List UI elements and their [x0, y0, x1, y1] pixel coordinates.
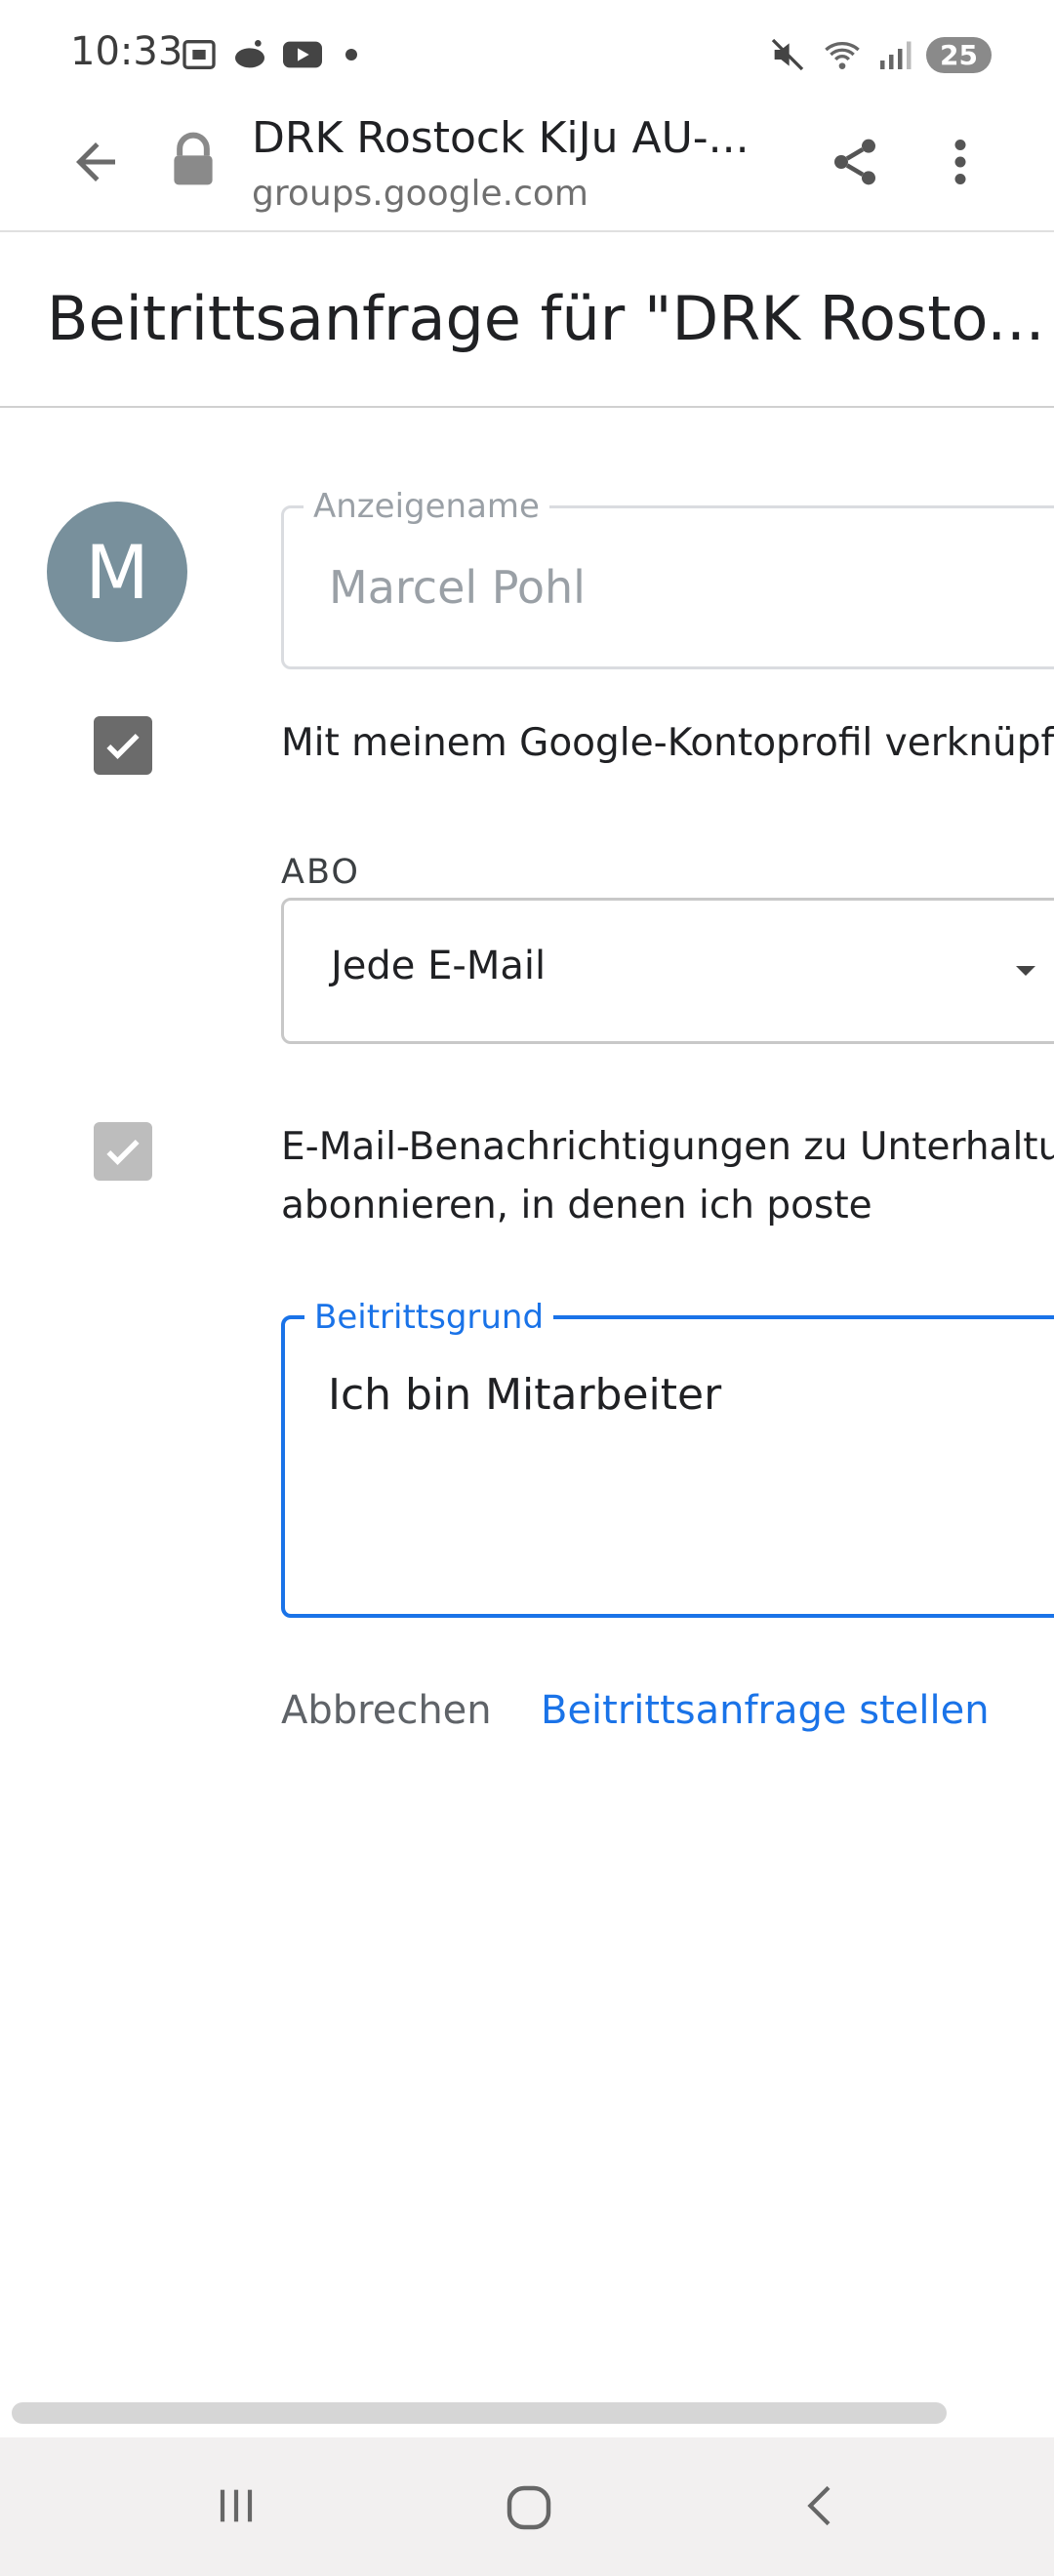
share-icon [834, 139, 875, 185]
site-security-button[interactable] [166, 131, 221, 189]
subscription-select[interactable]: Jede E-Mail [281, 898, 1054, 1044]
link-profile-checkbox[interactable] [94, 716, 152, 775]
avatar: M [47, 502, 187, 642]
mute-icon [771, 38, 804, 71]
email-notifications-line2: abonnieren, in denen ich poste [281, 1184, 872, 1228]
link-profile-label: Mit meinem Google-Kontoprofil verknüpfe [281, 721, 1054, 765]
notification-icons [180, 35, 357, 74]
email-notifications-line1: E-Mail-Benachrichtigungen zu Unterhaltun [281, 1125, 1054, 1169]
arrow-left-icon [76, 142, 115, 181]
home-button[interactable] [500, 2478, 558, 2537]
toolbar-divider [0, 230, 1054, 232]
browser-page-title[interactable]: DRK Rostock KiJu AU-... [252, 113, 750, 163]
display-name-label: Anzeigename [304, 487, 549, 526]
reason-value: Ich bin Mitarbeiter [328, 1370, 722, 1420]
youtube-icon [283, 41, 322, 68]
nav-back-button[interactable] [794, 2478, 849, 2533]
browser-url[interactable]: groups.google.com [252, 174, 588, 214]
chevron-left-icon [807, 2485, 831, 2526]
check-icon [106, 1139, 140, 1165]
signal-icon [880, 41, 912, 69]
page-title: Beitrittsanfrage für "DRK Rosto... [47, 283, 1045, 354]
wifi-icon [825, 42, 860, 69]
battery-indicator: 25 [926, 36, 992, 73]
home-icon [507, 2485, 551, 2530]
back-button[interactable] [66, 133, 125, 191]
display-name-field[interactable]: Anzeigename Marcel Pohl [281, 487, 1054, 669]
dropdown-arrow-icon [1016, 966, 1035, 976]
screenshot-icon [182, 40, 216, 69]
lock-icon [174, 132, 213, 185]
subscription-value: Jede E-Mail [331, 944, 547, 988]
dot-icon [345, 49, 357, 60]
check-icon [106, 733, 140, 759]
recents-icon [220, 2489, 253, 2522]
subscription-label: ABO [281, 853, 360, 892]
cancel-button[interactable]: Abbrechen [281, 1688, 492, 1733]
heading-divider [0, 406, 1054, 408]
recents-button[interactable] [209, 2478, 264, 2533]
reason-label: Beitrittsgrund [304, 1298, 554, 1337]
more-vert-icon [954, 140, 966, 184]
display-name-value: Marcel Pohl [329, 561, 586, 614]
email-notifications-checkbox[interactable] [94, 1122, 152, 1181]
system-icons: 25 [768, 35, 992, 74]
share-button[interactable] [828, 133, 882, 191]
horizontal-scrollbar[interactable] [12, 2402, 947, 2424]
menu-button[interactable] [943, 133, 978, 191]
system-nav-bar [0, 2437, 1054, 2576]
submit-request-button[interactable]: Beitrittsanfrage stellen [541, 1688, 990, 1733]
reddit-icon [235, 40, 264, 68]
status-time: 10:33 [70, 29, 183, 74]
reason-textarea[interactable]: Beitrittsgrund Ich bin Mitarbeiter [281, 1298, 1054, 1618]
